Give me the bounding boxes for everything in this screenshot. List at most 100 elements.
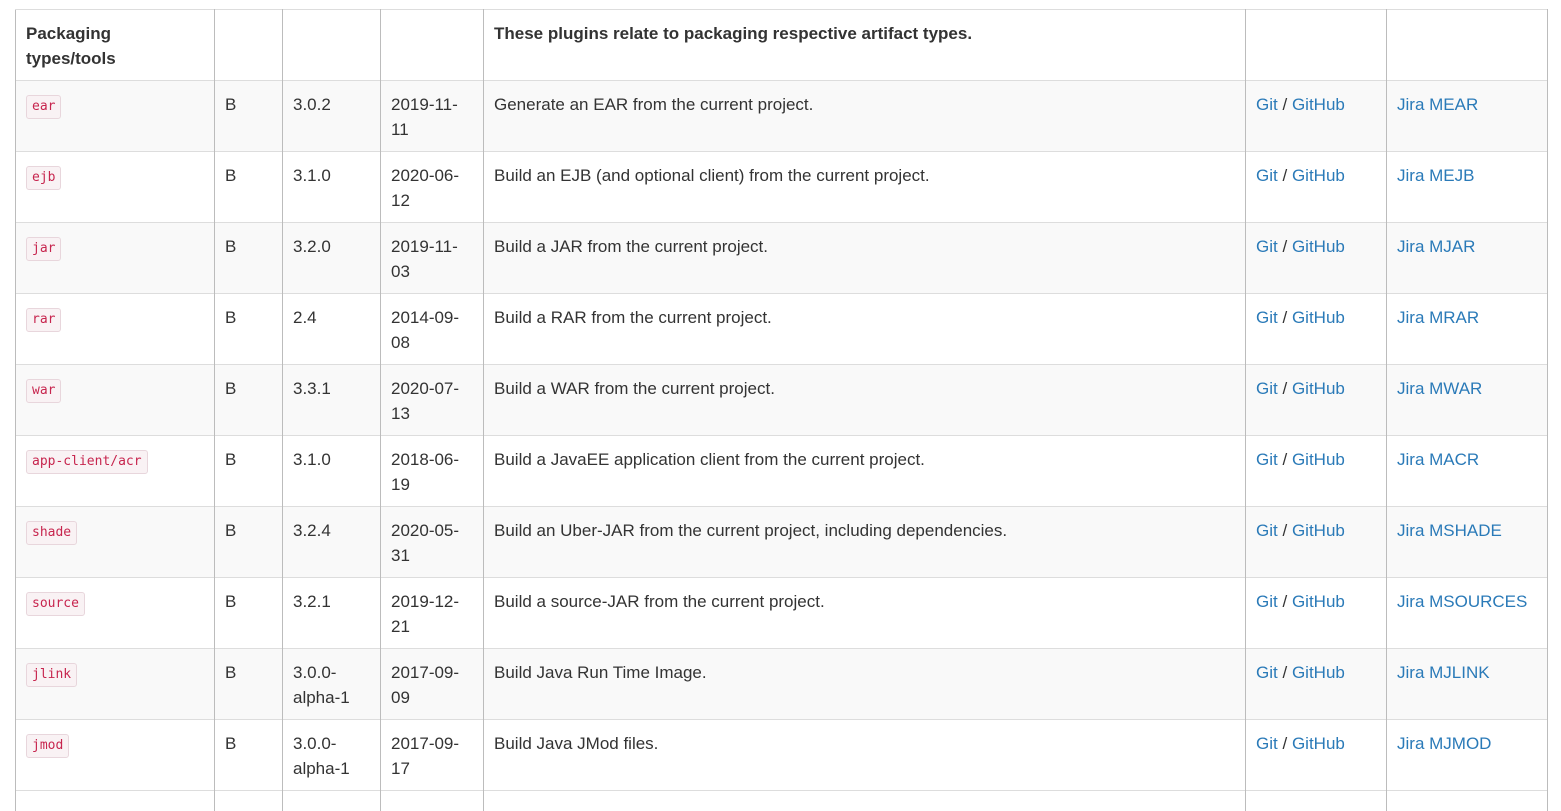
- github-link[interactable]: GitHub: [1292, 663, 1345, 682]
- plugin-type: B: [214, 151, 283, 223]
- link-separator: /: [1282, 237, 1288, 256]
- issues-link-cell: Jira MSHADE: [1386, 506, 1548, 578]
- issues-link-cell: Jira MRAR: [1386, 293, 1548, 365]
- plugin-release-date: 2019-11-11: [380, 80, 484, 152]
- jira-link[interactable]: Jira MJAR: [1397, 237, 1475, 256]
- plugin-version: 3.2.4: [282, 506, 381, 578]
- git-link[interactable]: Git: [1256, 663, 1278, 682]
- source-links-cell: Git / GitHub: [1245, 151, 1387, 223]
- link-separator: /: [1282, 95, 1288, 114]
- issues-link-cell: Jira MJMOD: [1386, 719, 1548, 791]
- table-row: source B 3.2.1 2019-12-21 Build a source…: [15, 577, 1548, 649]
- plugin-release-date: 2020-05-31: [380, 506, 484, 578]
- source-links-cell: Git / GitHub: [1245, 435, 1387, 507]
- git-link[interactable]: Git: [1256, 521, 1278, 540]
- section-empty-cell: [1386, 9, 1548, 81]
- plugin-name: shade: [26, 521, 78, 545]
- plugin-name-cell: jlink: [15, 648, 215, 720]
- issues-link-cell: Jira MSOURCES: [1386, 577, 1548, 649]
- plugin-description: Build a source-JAR from the current proj…: [483, 577, 1246, 649]
- plugin-name-cell: source: [15, 577, 215, 649]
- git-link[interactable]: Git: [1256, 308, 1278, 327]
- jira-link[interactable]: Jira MEAR: [1397, 95, 1478, 114]
- plugin-name-cell: app-client/acr: [15, 435, 215, 507]
- git-link[interactable]: Git: [1256, 734, 1278, 753]
- plugins-table: Packaging types/tools These plugins rela…: [15, 9, 1548, 811]
- plugin-release-date: 2019-12-21: [380, 577, 484, 649]
- issues-link-cell: Jira MJLINK: [1386, 648, 1548, 720]
- link-separator: /: [1282, 734, 1288, 753]
- plugin-type: B: [214, 435, 283, 507]
- plugin-name-cell: ejb: [15, 151, 215, 223]
- section-label: Packaging types/tools: [15, 9, 215, 81]
- github-link[interactable]: GitHub: [1292, 592, 1345, 611]
- issues-link-cell: Jira MWAR: [1386, 364, 1548, 436]
- source-links-cell: Git / GitHub: [1245, 364, 1387, 436]
- plugin-name-cell: rar: [15, 293, 215, 365]
- plugin-release-date: 2017-09-09: [380, 648, 484, 720]
- git-link[interactable]: Git: [1256, 237, 1278, 256]
- plugin-description: Build an EJB (and optional client) from …: [483, 151, 1246, 223]
- github-link[interactable]: GitHub: [1292, 379, 1345, 398]
- plugin-version: 3.0.0-alpha-1: [282, 719, 381, 791]
- github-link[interactable]: GitHub: [1292, 166, 1345, 185]
- plugin-name: app-client/acr: [26, 450, 148, 474]
- jira-link[interactable]: Jira MSHADE: [1397, 521, 1502, 540]
- plugin-name-cell: war: [15, 364, 215, 436]
- plugin-version: 3.0.0-alpha-1: [282, 648, 381, 720]
- plugins-table-container: Packaging types/tools These plugins rela…: [15, 9, 1548, 811]
- plugin-description: Build Java JMod files.: [483, 719, 1246, 791]
- git-link[interactable]: Git: [1256, 379, 1278, 398]
- jira-link[interactable]: Jira MSOURCES: [1397, 592, 1527, 611]
- github-link[interactable]: GitHub: [1292, 734, 1345, 753]
- plugin-name: war: [26, 379, 62, 403]
- plugin-name: ejb: [26, 166, 62, 190]
- source-links-cell: Git / GitHub: [1245, 719, 1387, 791]
- git-link[interactable]: Git: [1256, 592, 1278, 611]
- plugin-release-date: 2020-06-12: [380, 151, 484, 223]
- jira-link[interactable]: Jira MRAR: [1397, 308, 1479, 327]
- plugin-description: Build a JAR from the current project.: [483, 222, 1246, 294]
- jira-link[interactable]: Jira MACR: [1397, 450, 1479, 469]
- table-row: ear B 3.0.2 2019-11-11 Generate an EAR f…: [15, 80, 1548, 152]
- github-link[interactable]: GitHub: [1292, 237, 1345, 256]
- source-links-cell: Git / GitHub: [1245, 648, 1387, 720]
- plugin-version: 3.0.2: [282, 80, 381, 152]
- jira-link[interactable]: Jira MJLINK: [1397, 663, 1490, 682]
- plugin-description: Generate an EAR from the current project…: [483, 80, 1246, 152]
- plugin-version: 3.1.0: [282, 435, 381, 507]
- git-link[interactable]: Git: [1256, 450, 1278, 469]
- plugin-type: B: [214, 648, 283, 720]
- github-link[interactable]: GitHub: [1292, 450, 1345, 469]
- issues-link-cell: Jira MACR: [1386, 435, 1548, 507]
- plugin-release-date: 2020-07-13: [380, 364, 484, 436]
- github-link[interactable]: GitHub: [1292, 521, 1345, 540]
- git-link[interactable]: Git: [1256, 95, 1278, 114]
- github-link[interactable]: GitHub: [1292, 95, 1345, 114]
- plugin-version: 3.2.1: [282, 577, 381, 649]
- github-link[interactable]: GitHub: [1292, 308, 1345, 327]
- plugin-description: Build a JavaEE application client from t…: [483, 435, 1246, 507]
- plugin-version: 2.4: [282, 293, 381, 365]
- jira-link[interactable]: Jira MEJB: [1397, 166, 1474, 185]
- source-links-cell: Git / GitHub: [1245, 293, 1387, 365]
- plugin-description: Build Java Run Time Image.: [483, 648, 1246, 720]
- table-row: app-client/acr B 3.1.0 2018-06-19 Build …: [15, 435, 1548, 507]
- jira-link[interactable]: Jira MWAR: [1397, 379, 1482, 398]
- plugin-version: 3.1.0: [282, 151, 381, 223]
- plugin-type: B: [214, 719, 283, 791]
- link-separator: /: [1282, 166, 1288, 185]
- plugin-type: B: [214, 506, 283, 578]
- plugin-name-cell: jar: [15, 222, 215, 294]
- git-link[interactable]: Git: [1256, 166, 1278, 185]
- source-links-cell: Git / GitHub: [1245, 222, 1387, 294]
- table-row: shade B 3.2.4 2020-05-31 Build an Uber-J…: [15, 506, 1548, 578]
- link-separator: /: [1282, 663, 1288, 682]
- plugin-name: source: [26, 592, 85, 616]
- table-row: jmod B 3.0.0-alpha-1 2017-09-17 Build Ja…: [15, 719, 1548, 791]
- link-separator: /: [1282, 379, 1288, 398]
- source-links-cell: Git / GitHub: [1245, 506, 1387, 578]
- jira-link[interactable]: Jira MJMOD: [1397, 734, 1491, 753]
- plugin-name-cell: shade: [15, 506, 215, 578]
- plugin-description: Build a RAR from the current project.: [483, 293, 1246, 365]
